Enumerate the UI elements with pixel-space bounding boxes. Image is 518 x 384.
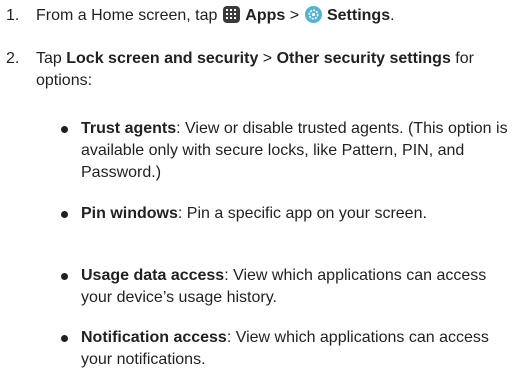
step-number: 1. [6, 7, 20, 24]
option-title: Usage data access [81, 267, 225, 284]
option-title: Notification access [81, 329, 227, 346]
option-text: Pin windows: Pin a specific app on your … [81, 203, 511, 225]
step-number: 2. [6, 50, 20, 67]
other-security-label: Other security settings [276, 50, 451, 67]
step-separator: > [285, 7, 304, 24]
option-text: Notification access: View which applicat… [81, 327, 511, 371]
settings-gear-icon [304, 6, 322, 23]
bullet-dot [61, 126, 68, 133]
step-prefix: From a Home screen, tap [36, 7, 222, 24]
step-suffix: . [390, 7, 395, 24]
option-text: Trust agents: View or disable trusted ag… [81, 118, 511, 184]
bullet-dot [61, 273, 68, 280]
option-title: Pin windows [81, 205, 178, 222]
step-separator: > [258, 50, 277, 67]
step-prefix: Tap [36, 50, 67, 67]
apps-grid-icon [222, 6, 240, 23]
bullet-dot [61, 211, 68, 218]
option-text: Usage data access: View which applicatio… [81, 265, 511, 309]
step-text: From a Home screen, tap Apps > Settings. [36, 5, 506, 27]
settings-label: Settings [326, 7, 391, 24]
lock-screen-label: Lock screen and security [66, 50, 259, 67]
option-description: : Pin a specific app on your screen. [177, 205, 427, 222]
step-text: Tap Lock screen and security > Other sec… [36, 48, 506, 92]
apps-label: Apps [245, 7, 286, 24]
option-title: Trust agents [81, 120, 177, 137]
bullet-dot [61, 335, 68, 342]
